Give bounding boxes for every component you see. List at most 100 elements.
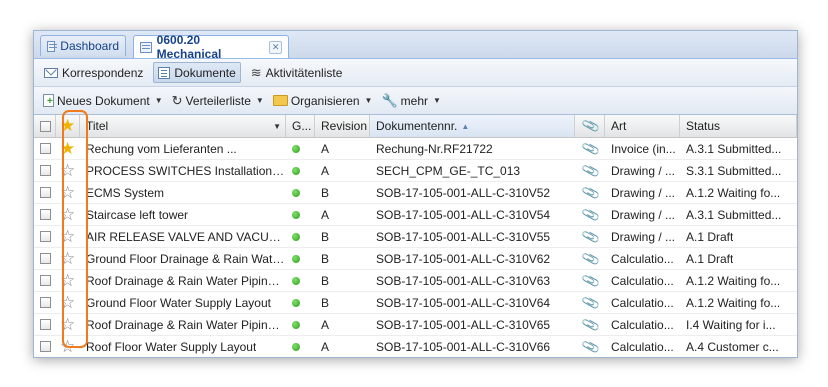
favorite-cell[interactable]: ☆ — [56, 292, 80, 313]
status-dot-icon — [292, 320, 300, 329]
tab-dashboard[interactable]: Dashboard — [40, 35, 126, 56]
paperclip-icon[interactable]: 📎 — [581, 336, 602, 357]
table-row[interactable]: ☆ Ground Floor Drainage & Rain Water ... B… — [34, 248, 797, 270]
star-icon[interactable]: ☆ — [60, 184, 75, 201]
favorite-cell[interactable]: ☆ — [56, 226, 80, 247]
art-column-header[interactable]: Art — [605, 115, 680, 137]
paperclip-icon[interactable]: 📎 — [581, 292, 602, 313]
row-checkbox[interactable] — [40, 297, 51, 308]
row-checkbox-cell[interactable] — [34, 182, 56, 203]
table-row[interactable]: ☆ Roof Drainage & Rain Water Piping L... B… — [34, 270, 797, 292]
dokumentennr-text: SOB-17-105-001-ALL-C-310V63 — [376, 273, 551, 288]
favorite-cell[interactable]: ☆ — [56, 182, 80, 203]
favorite-cell[interactable]: ☆ — [56, 336, 80, 357]
attachment-cell[interactable]: 📎 — [575, 292, 605, 313]
status-text: A.1 Draft — [686, 251, 734, 266]
paperclip-icon[interactable]: 📎 — [581, 160, 602, 181]
status-column-header[interactable]: Status — [680, 115, 797, 137]
row-checkbox-cell[interactable] — [34, 248, 56, 269]
close-tab-icon[interactable]: ✕ — [269, 40, 283, 54]
table-row[interactable]: ☆ Roof Drainage & Rain Water Piping L... A… — [34, 314, 797, 336]
status-cell: A.1.2 Waiting fo... — [680, 292, 797, 313]
attachment-cell[interactable]: 📎 — [575, 336, 605, 357]
art-text: Drawing / ... — [611, 163, 676, 178]
favorite-cell[interactable]: ☆ — [56, 204, 80, 225]
attachment-cell[interactable]: 📎 — [575, 226, 605, 247]
star-icon[interactable]: ☆ — [60, 272, 75, 289]
row-checkbox-cell[interactable] — [34, 292, 56, 313]
star-icon[interactable]: ☆ — [60, 338, 75, 355]
row-checkbox[interactable] — [40, 187, 51, 198]
folder-icon — [272, 95, 288, 106]
favorite-cell[interactable]: ☆ — [56, 160, 80, 181]
table-row[interactable]: ☆ PROCESS SWITCHES Installation, ... A SECH… — [34, 160, 797, 182]
attachment-column-header[interactable]: 📎 — [575, 115, 605, 137]
favorite-cell[interactable]: ☆ — [56, 314, 80, 335]
revision-column-header[interactable]: Revision — [315, 115, 370, 137]
attachment-cell[interactable]: 📎 — [575, 160, 605, 181]
attachment-cell[interactable]: 📎 — [575, 138, 605, 159]
favorite-column-header[interactable]: ★ — [56, 115, 80, 137]
paperclip-icon[interactable]: 📎 — [581, 182, 602, 203]
row-checkbox[interactable] — [40, 275, 51, 286]
titel-column-header[interactable]: Titel ▼ — [80, 115, 286, 137]
star-icon[interactable]: ☆ — [60, 206, 75, 223]
row-checkbox-cell[interactable] — [34, 270, 56, 291]
select-all-checkbox[interactable] — [40, 120, 51, 132]
paperclip-icon[interactable]: 📎 — [581, 138, 602, 159]
korrespondenz-button[interactable]: Korrespondenz — [40, 62, 147, 83]
row-checkbox[interactable] — [40, 319, 51, 330]
paperclip-icon[interactable]: 📎 — [581, 270, 602, 291]
row-checkbox-cell[interactable] — [34, 314, 56, 335]
favorite-cell[interactable]: ☆ — [56, 248, 80, 269]
attachment-cell[interactable]: 📎 — [575, 204, 605, 225]
favorite-cell[interactable]: ★ — [56, 138, 80, 159]
star-icon[interactable]: ★ — [60, 140, 75, 157]
attachment-cell[interactable]: 📎 — [575, 314, 605, 335]
status-dot-icon — [292, 210, 300, 219]
table-row[interactable]: ☆ Roof Floor Water Supply Layout A SOB-17-1… — [34, 336, 797, 357]
star-icon[interactable]: ☆ — [60, 162, 75, 179]
tab-mechanical[interactable]: 0600.20 Mechanical ✕ — [133, 33, 289, 61]
row-checkbox-cell[interactable] — [34, 160, 56, 181]
row-checkbox-cell[interactable] — [34, 204, 56, 225]
row-checkbox[interactable] — [40, 143, 51, 154]
verteilerliste-button[interactable]: ↻ Verteilerliste ▼ — [172, 94, 264, 108]
row-checkbox-cell[interactable] — [34, 336, 56, 357]
star-icon[interactable]: ☆ — [60, 294, 75, 311]
table-row[interactable]: ☆ Staircase left tower A SOB-17-105-001-ALL… — [34, 204, 797, 226]
row-checkbox-cell[interactable] — [34, 138, 56, 159]
organisieren-button[interactable]: Organisieren ▼ — [272, 94, 372, 108]
favorite-cell[interactable]: ☆ — [56, 270, 80, 291]
row-checkbox[interactable] — [40, 165, 51, 176]
row-checkbox-cell[interactable] — [34, 226, 56, 247]
paperclip-icon[interactable]: 📎 — [581, 226, 602, 247]
select-all-checkbox-cell[interactable] — [34, 115, 56, 137]
row-checkbox[interactable] — [40, 253, 51, 264]
star-icon[interactable]: ☆ — [60, 316, 75, 333]
neues-dokument-button[interactable]: Neues Dokument ▼ — [43, 94, 163, 108]
attachment-cell[interactable]: 📎 — [575, 182, 605, 203]
star-icon[interactable]: ☆ — [60, 250, 75, 267]
column-menu-icon[interactable]: ▼ — [273, 122, 281, 131]
g-column-header[interactable]: G... — [286, 115, 315, 137]
aktivitaetenliste-button[interactable]: ≋ Aktivitätenliste — [247, 62, 347, 83]
attachment-cell[interactable]: 📎 — [575, 270, 605, 291]
table-row[interactable]: ★ Rechung vom Lieferanten ... A Rechung-Nr.… — [34, 138, 797, 160]
paperclip-icon[interactable]: 📎 — [581, 248, 602, 269]
row-checkbox[interactable] — [40, 209, 51, 220]
paperclip-icon[interactable]: 📎 — [581, 314, 602, 335]
paperclip-icon[interactable]: 📎 — [581, 204, 602, 225]
table-row[interactable]: ☆ Ground Floor Water Supply Layout B SOB-17… — [34, 292, 797, 314]
art-cell: Calculatio... — [605, 292, 680, 313]
dokumentennr-column-header[interactable]: Dokumentennr. ▲ — [370, 115, 575, 137]
mehr-button[interactable]: 🔧 mehr ▼ — [381, 94, 440, 108]
row-checkbox[interactable] — [40, 231, 51, 242]
star-icon[interactable]: ☆ — [60, 228, 75, 245]
attachment-cell[interactable]: 📎 — [575, 248, 605, 269]
row-checkbox[interactable] — [40, 341, 51, 352]
table-row[interactable]: ☆ AIR RELEASE VALVE AND VACUUM... B SOB-17-… — [34, 226, 797, 248]
table-row[interactable]: ☆ ECMS System B SOB-17-105-001-ALL-C-310V52… — [34, 182, 797, 204]
dokumentennr-text: SOB-17-105-001-ALL-C-310V65 — [376, 317, 551, 332]
dokumente-button[interactable]: Dokumente — [153, 62, 241, 83]
